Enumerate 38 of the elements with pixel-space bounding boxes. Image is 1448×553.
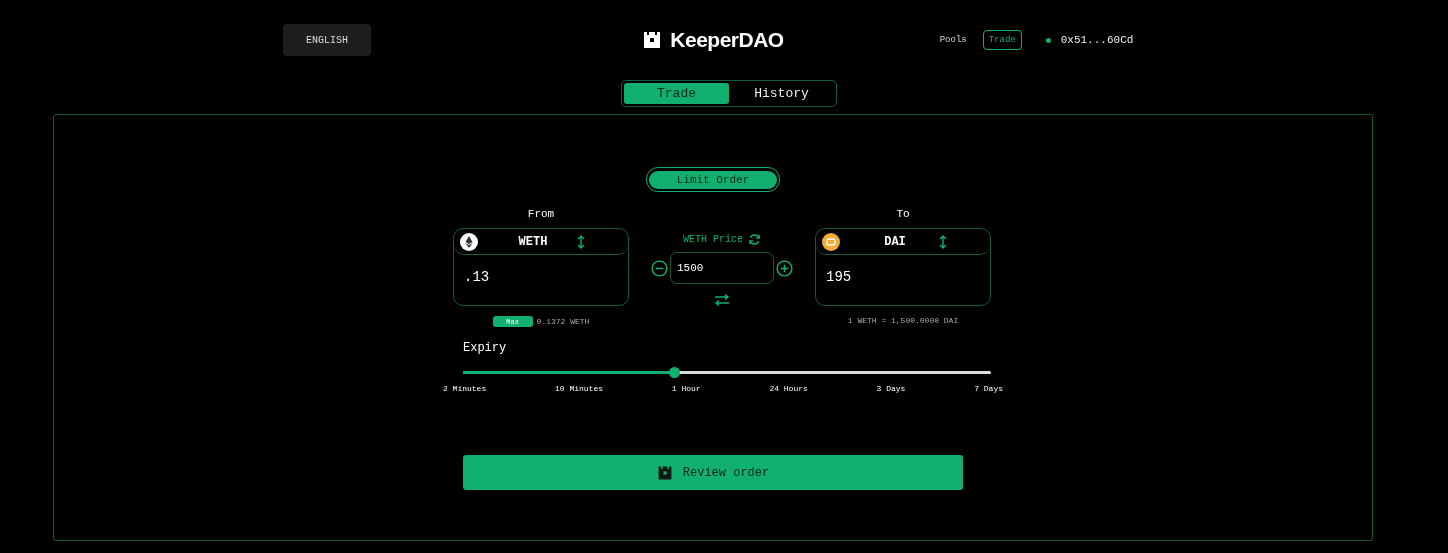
expiry-option[interactable]: 3 Days — [876, 384, 906, 393]
refresh-icon[interactable] — [748, 233, 761, 246]
logo-text: KeeperDAO — [670, 28, 784, 52]
expiry-option[interactable]: 10 Minutes — [555, 384, 603, 393]
status-dot-icon — [1045, 37, 1051, 43]
ethereum-icon — [460, 232, 478, 251]
tab[interactable]: History — [729, 83, 834, 104]
slider-thumb[interactable] — [669, 367, 681, 378]
limit-order-button[interactable]: Limit Order — [649, 171, 777, 189]
expiry-option[interactable]: 1 Hour — [671, 384, 701, 393]
nav-link[interactable]: Trade — [982, 30, 1022, 50]
nav-link[interactable]: Pools — [933, 30, 973, 50]
minus-icon[interactable] — [651, 259, 668, 277]
expiry-option[interactable]: 24 Hours — [769, 384, 808, 393]
swap-icon[interactable] — [714, 294, 730, 306]
expiry-label: Expiry — [463, 341, 508, 355]
wallet-address[interactable]: 0x51...60Cd — [1060, 34, 1134, 46]
plus-icon[interactable] — [776, 259, 793, 277]
exchange-rate: 1 WETH = 1,500.0000 DAI — [847, 316, 959, 325]
language-button[interactable]: ENGLISH — [283, 24, 371, 56]
coin-icon — [822, 232, 840, 251]
balance-text: 0.1372 WETH — [536, 317, 590, 326]
price-field[interactable]: 1500 — [670, 252, 774, 284]
price-label: WETH Price — [683, 234, 743, 245]
expiry-option[interactable]: 7 Days — [974, 384, 1003, 393]
up-down-arrow-icon[interactable] — [938, 234, 948, 249]
review-order-button[interactable]: Review order — [463, 455, 963, 490]
up-down-arrow-icon[interactable] — [576, 234, 586, 249]
tab[interactable]: Trade — [624, 83, 729, 104]
from-label: From — [527, 208, 555, 220]
logo-icon — [656, 464, 673, 481]
to-label: To — [896, 208, 910, 220]
expiry-option[interactable]: 2 Minutes — [443, 384, 487, 393]
amount-field[interactable]: DAI 195 — [815, 228, 991, 306]
token-name[interactable]: WETH — [500, 234, 566, 249]
token-name[interactable]: DAI — [862, 234, 928, 249]
amount-field[interactable]: WETH .13 — [453, 228, 629, 306]
logo-icon — [642, 30, 663, 50]
